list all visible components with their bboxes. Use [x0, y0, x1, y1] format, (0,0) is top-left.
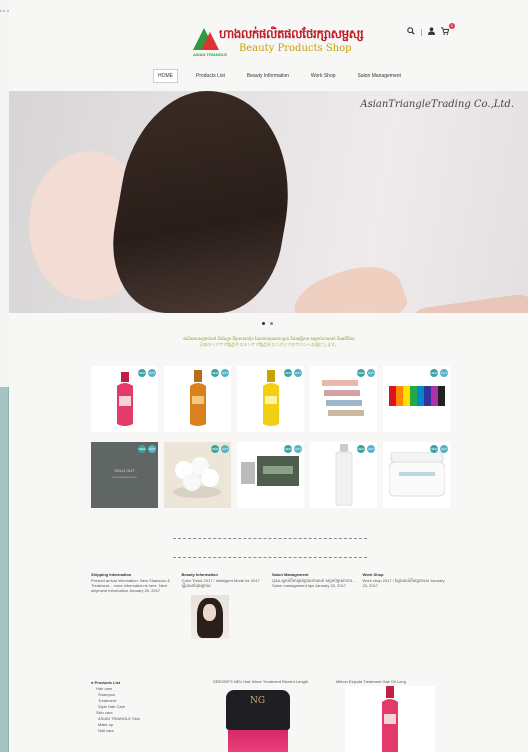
product-card[interactable]: NEW HOT — [310, 442, 377, 508]
jar-base — [228, 730, 288, 752]
product-card[interactable]: SOLD OUT Coming back soon NEW HOT — [91, 442, 158, 508]
col-body: Q&A ស្គាល់ពីការគ្រប់គ្រងហាងសក់ សម្រាប់ម្… — [272, 578, 357, 588]
new-badge: NEW — [138, 369, 146, 377]
page: ASIAN TRIANGLE ហាងលក់ផលិតផលថែរក្សាសម្ផស្… — [9, 0, 528, 752]
grid-icon: ● — [91, 680, 94, 685]
product-card[interactable]: NEW HOT — [237, 442, 304, 508]
site-logo[interactable]: ASIAN TRIANGLE ហាងលក់ផលិតផលថែរក្សាសម្ផស្… — [193, 24, 373, 64]
logo-triangle-red — [201, 32, 219, 50]
product-image-jar[interactable]: NG — [226, 690, 290, 752]
hot-badge: HOT — [367, 369, 375, 377]
hero-stylist-arm — [406, 292, 528, 313]
product-card[interactable]: NEW HOT — [237, 366, 304, 432]
intro-line-japanese: 日本のヘアケア製品やスキンケア製品をカンボジアのサロンへお届けします。 — [199, 342, 339, 347]
header-icons: 0 — [407, 23, 455, 37]
col-body: Work shop 2017 / ស្វែងយល់ពីបច្ចេកទេស Jan… — [362, 578, 445, 588]
logo-tagline: ASIAN TRIANGLE — [193, 52, 227, 57]
hero-model-hair — [99, 91, 309, 313]
hot-badge: HOT — [148, 445, 156, 453]
product-card[interactable]: NEW HOT — [310, 366, 377, 432]
col-heading: Salon Management — [272, 572, 309, 577]
product-card[interactable]: NEW HOT — [383, 366, 450, 432]
nav-beauty-information[interactable]: Beauty Information — [243, 70, 293, 82]
hero-slider[interactable]: AsianTriangleTrading Co.,Ltd. — [9, 91, 528, 313]
beauty-info-photo[interactable] — [191, 595, 229, 639]
nav-work-shop[interactable]: Work Shop — [307, 70, 340, 82]
slider-dot[interactable] — [270, 322, 273, 325]
new-badge: NEW — [430, 369, 438, 377]
salon-management-col[interactable]: Salon Management Q&A ស្គាល់ពីការគ្រប់គ្រ… — [272, 572, 361, 593]
hot-badge: HOT — [440, 369, 448, 377]
nav-salon-management[interactable]: Salon Management — [354, 70, 405, 82]
product-name[interactable]: Milbon Elujuda Treatment Hair Oil Long — [336, 679, 406, 684]
sold-out-subtitle: Coming back soon — [112, 475, 137, 479]
info-columns: Shipping Information Product arrival inf… — [91, 572, 451, 593]
nav-products-list[interactable]: Products List — [192, 70, 229, 82]
col-body: Product arrival information. New Shampoo… — [91, 578, 170, 593]
hero-stylist-hand — [287, 253, 411, 313]
hero-brand-text: AsianTriangleTrading Co.,Ltd. — [360, 99, 514, 110]
product-card[interactable]: NEW HOT — [91, 366, 158, 432]
work-shop-col[interactable]: Work Shop Work shop 2017 / ស្វែងយល់ពីបច្… — [363, 572, 452, 593]
hot-badge: HOT — [294, 369, 302, 377]
new-badge: NEW — [211, 369, 219, 377]
new-badge: NEW — [284, 369, 292, 377]
product-name[interactable]: DEESSE'S NEU Hair Wave Treatment Recent … — [213, 679, 308, 684]
window-edge — [0, 387, 9, 752]
jar-brand-logo: NG — [250, 696, 266, 706]
icon-separator — [421, 28, 422, 36]
hot-badge: HOT — [221, 369, 229, 377]
new-badge: NEW — [284, 445, 292, 453]
slider-dots — [262, 322, 273, 325]
hot-badge: HOT — [294, 445, 302, 453]
product-image-bottle[interactable] — [345, 686, 435, 752]
hot-badge: HOT — [367, 445, 375, 453]
hot-badge: HOT — [221, 445, 229, 453]
sold-out-title: SOLD OUT — [114, 468, 135, 473]
logo-english-text: Beauty Products Shop — [239, 43, 352, 54]
portrait-face — [203, 604, 216, 621]
col-body: Color Trend 2017 / Intelligent Mode for … — [181, 578, 260, 588]
col-heading: Beauty Information — [181, 572, 218, 577]
new-badge: NEW — [211, 445, 219, 453]
main-nav: HOME Products List Beauty Information Wo… — [153, 69, 405, 83]
product-card[interactable]: NEW HOT — [164, 366, 231, 432]
new-badge: NEW — [430, 445, 438, 453]
slider-dot[interactable] — [262, 322, 265, 325]
nav-home[interactable]: HOME — [153, 69, 178, 83]
logo-khmer-text: ហាងលក់ផលិតផលថែរក្សាសម្ផស្ស — [219, 27, 364, 41]
product-card[interactable]: NEW HOT — [164, 442, 231, 508]
hot-badge: HOT — [148, 369, 156, 377]
user-icon[interactable] — [428, 27, 435, 37]
category-list: ● Products List Hair care Shampoo Treatm… — [91, 680, 161, 734]
search-icon[interactable] — [407, 27, 415, 37]
hot-badge: HOT — [440, 445, 448, 453]
section-divider — [173, 538, 367, 539]
new-badge: NEW — [138, 445, 146, 453]
beauty-info-col[interactable]: Beauty Information Color Trend 2017 / In… — [182, 572, 271, 593]
product-card[interactable]: NEW HOT — [383, 442, 450, 508]
shipping-info-col[interactable]: Shipping Information Product arrival inf… — [91, 572, 180, 593]
new-badge: NEW — [357, 369, 365, 377]
category-item[interactable]: Nail care — [91, 728, 161, 734]
col-heading: Shipping Information — [91, 572, 132, 577]
intro-text: ផលិតផលសម្រាប់សក់ និងស្បែក ពីប្រទេសជប៉ុន … — [99, 336, 439, 348]
cart-count-badge: 0 — [449, 23, 455, 29]
col-heading: Work Shop — [362, 572, 384, 577]
section-divider — [173, 557, 367, 558]
new-badge: NEW — [357, 445, 365, 453]
cart-icon[interactable]: 0 — [441, 23, 455, 37]
